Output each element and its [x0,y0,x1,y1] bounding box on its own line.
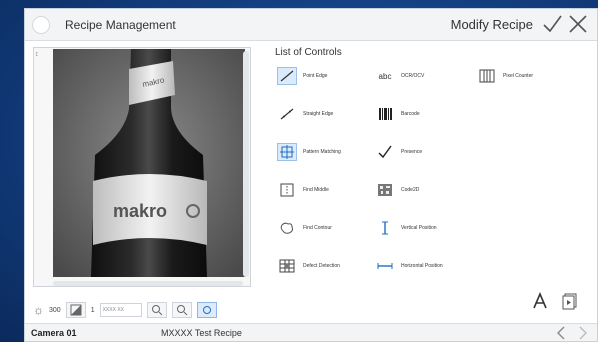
preview-icon[interactable] [561,292,579,310]
control-horizontal-position[interactable]: Horizontal Position [375,257,443,275]
contrast-value[interactable]: 1 [91,307,95,314]
zoom-fit-button[interactable] [196,302,217,318]
horizontal-position-icon [375,257,395,275]
brightness-value[interactable]: 300 [49,307,61,314]
control-pattern-matching[interactable]: Pattern Matching [277,143,341,161]
control-pixel-counter[interactable]: Pixel Counter [477,67,533,85]
title-bar: Recipe Management Modify Recipe [25,9,597,41]
page-title: Modify Recipe [450,17,533,32]
control-vertical-position[interactable]: Vertical Position [375,219,437,237]
abc-icon: abc [378,71,392,81]
code2d-icon [375,181,395,199]
contour-icon [277,219,297,237]
horizontal-scrollbar[interactable] [53,281,243,286]
image-toolbar: ☼ 300 1 XXXX XX [33,299,253,321]
chevron-right-icon[interactable] [577,326,589,340]
control-find-middle[interactable]: Find Middle [277,181,329,199]
control-label: Horizontal Position [401,263,443,269]
check-icon [375,143,395,161]
contrast-button[interactable] [65,302,86,318]
recipe-window: Recipe Management Modify Recipe ↕ makro … [24,8,598,342]
navigation [555,326,589,340]
control-label: Pixel Counter [503,73,534,79]
camera-image[interactable]: makro makro [53,49,245,277]
control-barcode[interactable]: Barcode [375,105,420,123]
control-defect-detection[interactable]: Defect Detection [277,257,340,275]
control-label: Point Edge [303,73,328,79]
zoom-out-button[interactable] [171,302,192,318]
app-title: Recipe Management [65,18,176,32]
status-bar: Camera 01 MXXXX Test Recipe [25,323,597,341]
check-icon[interactable] [541,13,563,35]
control-label: Vertical Position [401,225,437,231]
pattern-matching-icon [277,143,297,161]
controls-title: List of Controls [275,47,342,58]
control-label: Code2D [401,187,420,193]
straight-edge-icon [277,105,297,123]
pixel-counter-icon [477,67,497,85]
panel-actions [531,292,579,310]
font-settings-icon[interactable] [531,292,549,310]
value-field[interactable]: XXXX XX [99,303,142,317]
control-label: Straight Edge [303,111,334,117]
control-find-contour[interactable]: Find Contour [277,219,332,237]
vertical-scrollbar[interactable] [243,51,249,277]
control-straight-edge[interactable]: Straight Edge [277,105,333,123]
brightness-icon: ☼ [33,303,44,317]
find-middle-icon [277,181,297,199]
close-icon[interactable] [567,13,589,35]
control-label: Defect Detection [303,263,340,269]
point-edge-icon [277,67,297,85]
control-label: Pattern Matching [303,149,341,155]
control-label: Presence [401,149,423,155]
camera-label: Camera 01 [31,328,77,338]
control-label: Find Contour [303,225,332,231]
recipe-name: MXXXX Test Recipe [161,328,242,338]
control-point-edge[interactable]: Point Edge [277,67,327,85]
control-code2d[interactable]: Code2D [375,181,419,199]
control-ocr-ocv[interactable]: abc OCR/OCV [375,67,425,85]
main-label-text: makro [113,201,167,221]
control-label: Barcode [401,111,420,117]
vertical-position-icon [375,219,395,237]
ruler-icon: ↕ [35,51,39,58]
control-presence[interactable]: Presence [375,143,422,161]
app-logo-icon [32,16,50,34]
chevron-left-icon[interactable] [555,326,567,340]
control-label: Find Middle [303,187,329,193]
barcode-icon [375,105,395,123]
control-label: OCR/OCV [401,73,425,79]
zoom-in-button[interactable] [146,302,167,318]
defect-detection-icon [277,257,297,275]
